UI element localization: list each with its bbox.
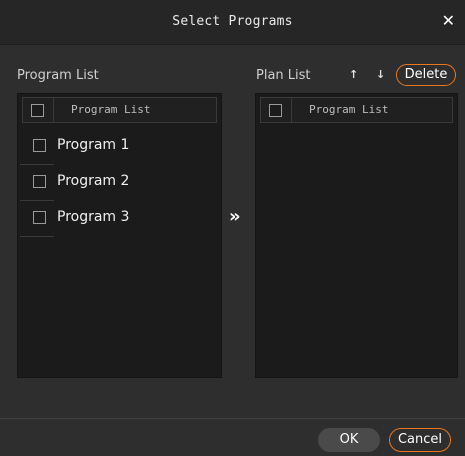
plan-list-label: Plan List (256, 68, 311, 83)
add-to-plan-button[interactable]: » (229, 206, 241, 227)
select-programs-dialog: Select Programs ✕ Program List Program L… (0, 0, 465, 456)
close-icon[interactable]: ✕ (442, 11, 455, 30)
program-3-checkbox[interactable] (33, 211, 46, 224)
program-list-item[interactable]: Program 2 (20, 165, 180, 201)
program-item-label: Program 1 (57, 137, 130, 153)
delete-button[interactable]: Delete (396, 64, 456, 86)
program-list-item[interactable]: Program 3 (20, 201, 180, 237)
plan-list-panel: Program List (255, 93, 458, 378)
program-list-item[interactable]: Program 1 (20, 129, 180, 165)
ok-button[interactable]: OK (318, 428, 380, 452)
row-divider (20, 236, 54, 237)
cancel-button[interactable]: Cancel (389, 428, 451, 452)
program-list-header: Program List (22, 97, 217, 123)
program-list-label: Program List (17, 68, 99, 83)
plan-list-header: Program List (260, 97, 453, 123)
move-up-icon[interactable]: ↑ (349, 68, 358, 81)
plan-list-header-text: Program List (309, 103, 389, 116)
footer-divider (0, 418, 465, 419)
title-bar: Select Programs ✕ (0, 0, 465, 45)
program-list-panel: Program List Program 1 Program 2 Program… (17, 93, 222, 378)
move-down-icon[interactable]: ↓ (376, 68, 385, 81)
program-item-label: Program 2 (57, 173, 130, 189)
program-item-label: Program 3 (57, 209, 130, 225)
dialog-title: Select Programs (172, 14, 293, 29)
program-1-checkbox[interactable] (33, 139, 46, 152)
header-divider (291, 98, 292, 122)
program-2-checkbox[interactable] (33, 175, 46, 188)
header-divider (53, 98, 54, 122)
program-list-header-text: Program List (71, 103, 151, 116)
select-all-programs-checkbox[interactable] (31, 104, 44, 117)
select-all-plan-checkbox[interactable] (269, 104, 282, 117)
